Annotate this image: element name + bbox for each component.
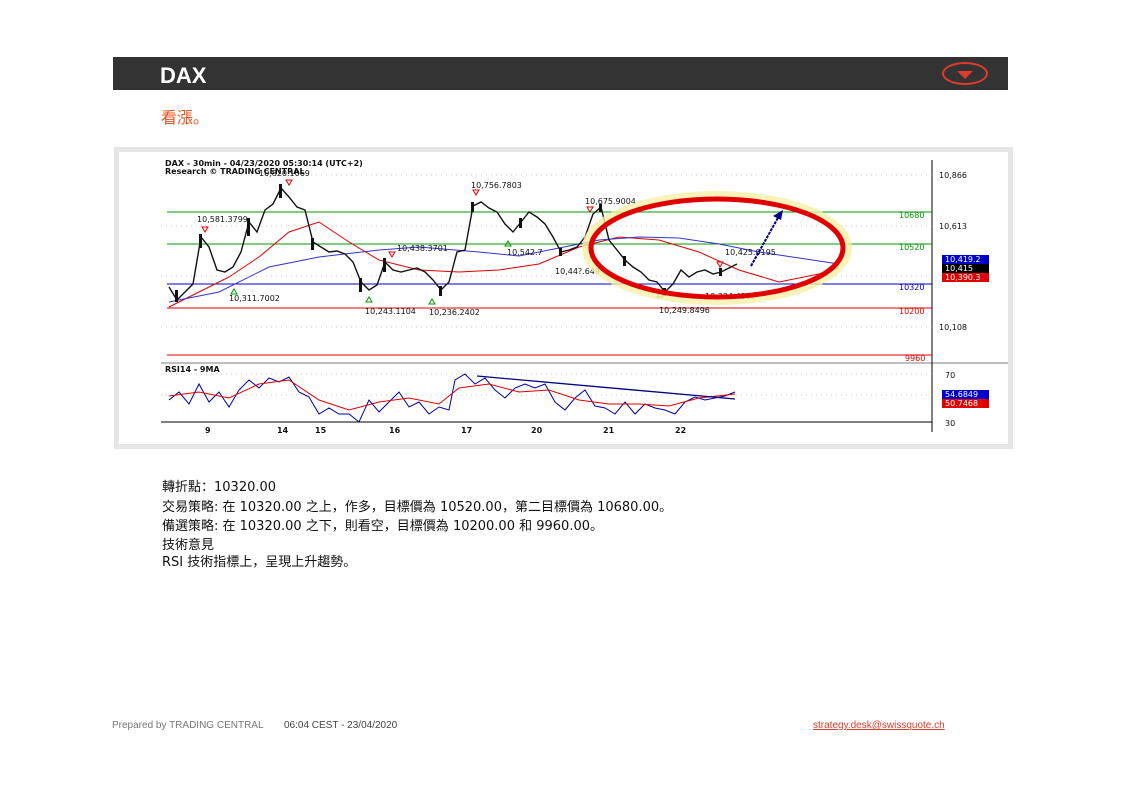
pivot-markers [201, 179, 724, 305]
price-annotation: 10,243.1104 [365, 307, 416, 316]
chart-image: 10680 10520 10320 10200 9960 10,866 10,6… [114, 147, 1013, 449]
x-axis-tick: 22 [675, 426, 686, 435]
price-annotation: 10,311.7002 [229, 294, 280, 303]
highlight-ellipse [588, 196, 846, 300]
rsi-label: RSI14 - 9MA [165, 365, 220, 374]
chevron-down-icon [957, 70, 973, 79]
page-title: DAX [160, 63, 207, 88]
price-annotation: 10,249.8496 [659, 306, 710, 315]
footer-timestamp: 06:04 CEST - 23/04/2020 [284, 720, 398, 731]
trend-arrow [750, 215, 780, 267]
price-axis-label: 10,108 [939, 323, 967, 332]
price-annotation: 10,542.7 [507, 248, 543, 257]
price-tag-blue: 10,419.2 [945, 255, 981, 264]
price-annotation: 10,756.7803 [471, 181, 522, 190]
trading-strategy: 交易策略: 在 10320.00 之上，作多，目標價為 10520.00，第二目… [162, 499, 673, 515]
analysis-section: 轉折點：10320.00 交易策略: 在 10320.00 之上，作多，目標價為… [162, 478, 672, 571]
x-axis-tick: 14 [277, 426, 289, 435]
x-axis-tick: 17 [461, 426, 472, 435]
price-annotation: 10,820.1069 [259, 169, 310, 178]
rsi-tag-red: 50.7468 [945, 399, 978, 408]
level-label-10520: 10520 [899, 243, 924, 252]
price-annotation: 10,581.3799 [197, 215, 248, 224]
price-annotation: 10,425.0195 [725, 248, 776, 257]
dax-chart: 10680 10520 10320 10200 9960 10,866 10,6… [161, 159, 1008, 435]
level-label-10200: 10200 [899, 307, 924, 316]
price-axis-label: 10,613 [939, 222, 967, 231]
pivot-point: 轉折點：10320.00 [162, 480, 277, 495]
email-link[interactable]: strategy.desk@swissquote.ch [813, 720, 945, 731]
x-axis-tick: 15 [315, 426, 327, 435]
price-annotation: 10,236.2402 [429, 308, 480, 317]
comment-title: 技術意見 [162, 537, 215, 553]
x-axis-tick: 9 [205, 426, 211, 435]
rsi-line [168, 373, 736, 423]
x-axis-tick: 21 [603, 426, 615, 435]
price-tag-black: 10,415 [945, 264, 973, 273]
x-axis-tick: 20 [531, 426, 543, 435]
level-label-10680: 10680 [899, 211, 924, 220]
bias-label: 看漲。 [161, 108, 210, 127]
price-annotation: 10,438.3701 [397, 244, 448, 253]
price-tag-red: 10,390.3 [945, 273, 981, 282]
header-bar: DAX [113, 57, 1008, 90]
price-axis-label: 10,866 [939, 171, 967, 180]
x-axis-tick: 16 [389, 426, 401, 435]
level-label-9960: 9960 [905, 354, 925, 363]
comment-text: RSI 技術指標上，呈現上升趨勢。 [162, 554, 357, 570]
rsi-axis-label: 30 [945, 419, 955, 428]
dropdown-toggle-button[interactable] [942, 62, 988, 85]
prepared-by: Prepared by TRADING CENTRAL [112, 720, 264, 731]
alternative-strategy: 備選策略: 在 10320.00 之下，則看空，目標價為 10200.00 和 … [162, 519, 603, 534]
rsi-axis-label: 70 [945, 371, 955, 380]
price-annotation: 10,675.9004 [585, 197, 636, 206]
level-label-10320: 10320 [899, 283, 924, 292]
rsi-tag-blue: 54.6849 [945, 390, 978, 399]
